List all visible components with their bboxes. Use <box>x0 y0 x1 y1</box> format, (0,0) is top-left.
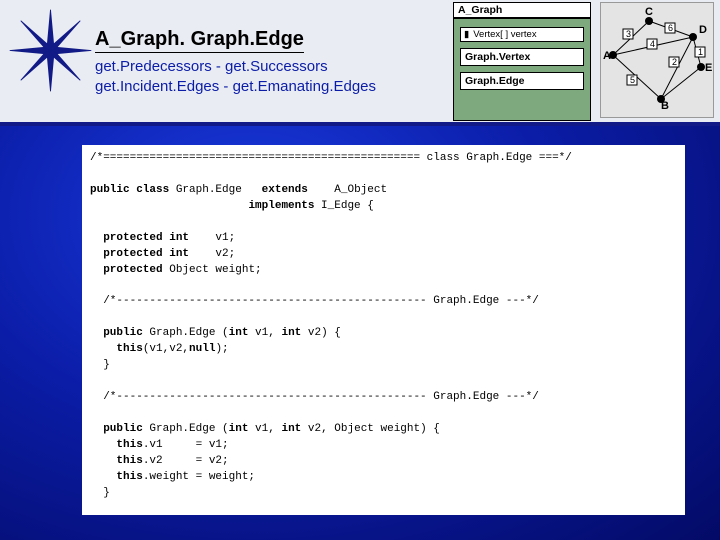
uml-inner-class-2: Graph.Edge <box>460 72 584 90</box>
svg-text:3: 3 <box>626 29 631 39</box>
page-title: A_Graph. Graph.Edge <box>95 28 304 53</box>
svg-text:2: 2 <box>672 57 677 67</box>
vertex-D: D <box>699 24 707 36</box>
title-block: A_Graph. Graph.Edge get.Predecessors - g… <box>95 28 376 98</box>
vertex-C: C <box>645 6 653 18</box>
field-text: Vertex[ ] vertex <box>473 29 536 40</box>
uml-diagram: A_Graph ▮ Vertex[ ] vertex Graph.Vertex … <box>453 2 591 121</box>
divider-stripe <box>0 122 720 126</box>
vertex-B: B <box>661 100 669 112</box>
vertex-A: A <box>603 50 611 62</box>
field-icon: ▮ <box>464 29 469 40</box>
svg-text:5: 5 <box>630 75 635 85</box>
subtitle-line-1: get.Predecessors - get.Successors <box>95 57 376 77</box>
subtitle-line-2: get.Incident.Edges - get.Emanating.Edges <box>95 77 376 97</box>
graph-diagram: A B C D E 3 6 4 5 2 1 <box>600 2 714 118</box>
code-panel: /*======================================… <box>82 145 685 515</box>
vertex-E: E <box>705 62 712 74</box>
compass-star-icon <box>8 8 93 93</box>
svg-text:1: 1 <box>698 47 703 57</box>
uml-body: ▮ Vertex[ ] vertex Graph.Vertex Graph.Ed… <box>453 18 591 121</box>
uml-inner-class-1: Graph.Vertex <box>460 48 584 66</box>
uml-field: ▮ Vertex[ ] vertex <box>460 27 584 42</box>
svg-text:6: 6 <box>668 23 673 33</box>
uml-class-name: A_Graph <box>453 2 591 18</box>
svg-text:4: 4 <box>650 39 655 49</box>
